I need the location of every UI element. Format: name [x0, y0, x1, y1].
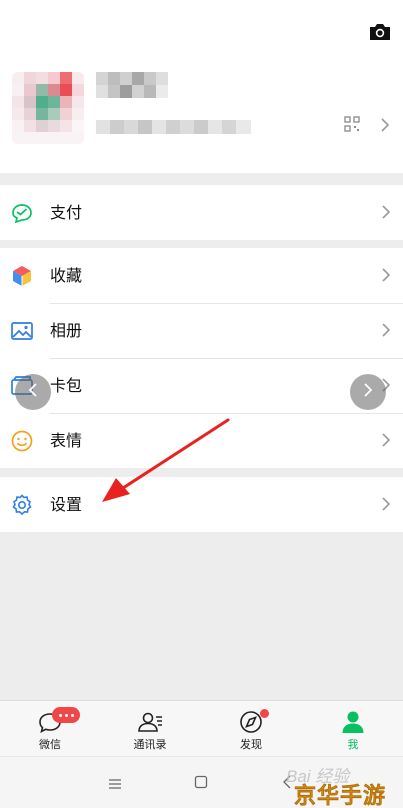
tab-label-discover: 发现 [240, 738, 262, 751]
tab-me[interactable]: 我 [303, 701, 403, 757]
qr-code-icon[interactable] [344, 116, 360, 132]
menu-item-favorites[interactable]: 收藏 [0, 248, 403, 303]
bottom-tab-bar: 微信 通讯录 发现 我 [0, 700, 403, 756]
site-watermark: 京华手游网 [294, 784, 387, 808]
avatar[interactable] [12, 72, 84, 144]
chevron-right-icon [381, 323, 391, 337]
tab-label-me: 我 [347, 738, 359, 751]
tab-discover[interactable]: 发现 [201, 701, 301, 757]
chevron-right-icon [362, 382, 374, 402]
chevron-right-icon [380, 118, 390, 132]
gallery-next-button[interactable] [350, 374, 386, 410]
tab-chats[interactable]: 微信 [0, 701, 100, 757]
me-icon [339, 709, 367, 735]
pay-icon [10, 201, 34, 225]
favorites-icon [10, 264, 34, 288]
gallery-prev-button[interactable] [15, 374, 51, 410]
camera-icon[interactable] [367, 22, 393, 42]
tab-label-contacts: 通讯录 [133, 738, 167, 751]
chevron-right-icon [381, 433, 391, 447]
menu-lines-icon[interactable] [108, 775, 122, 794]
menu-label-pay: 支付 [50, 203, 83, 222]
annotation-arrow [102, 418, 230, 502]
home-square-icon[interactable] [194, 774, 208, 793]
stickers-icon [10, 429, 34, 453]
menu-label-stickers: 表情 [50, 431, 83, 450]
menu-label-favorites: 收藏 [50, 266, 83, 285]
chevron-left-icon [27, 382, 39, 402]
profile-header[interactable] [0, 0, 403, 173]
chevron-right-icon [381, 268, 391, 282]
menu-group-pay: 支付 [0, 185, 403, 240]
menu-label-album: 相册 [50, 321, 83, 340]
menu-label-cards: 卡包 [50, 376, 83, 395]
menu-item-cards[interactable]: 卡包 [0, 358, 403, 413]
menu-item-album[interactable]: 相册 [0, 303, 403, 358]
wechat-id-mosaic [96, 119, 251, 134]
contacts-icon [136, 709, 164, 735]
nickname-mosaic [96, 72, 168, 98]
new-moment-dot [260, 709, 269, 718]
menu-label-settings: 设置 [50, 495, 83, 514]
unread-badge [52, 707, 80, 723]
tab-contacts[interactable]: 通讯录 [100, 701, 200, 757]
settings-icon [10, 493, 34, 517]
chevron-right-icon [381, 497, 391, 511]
menu-item-pay[interactable]: 支付 [0, 185, 403, 240]
tab-label-chats: 微信 [39, 738, 61, 751]
album-icon [10, 319, 34, 343]
chevron-right-icon [381, 205, 391, 219]
